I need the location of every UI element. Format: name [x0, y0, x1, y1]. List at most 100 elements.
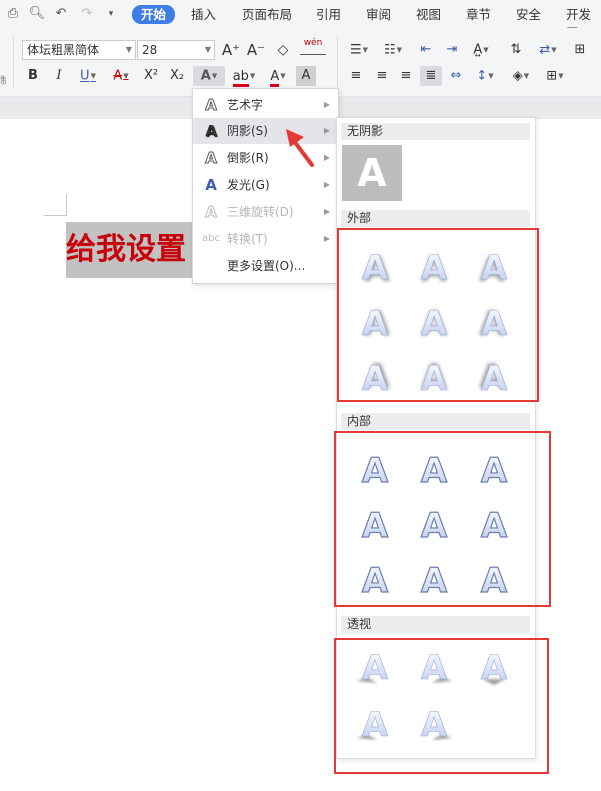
- char-scale-icon[interactable]: A͍▼: [468, 40, 494, 60]
- font-name-select[interactable]: 体坛粗黑简体 ▼: [22, 40, 136, 60]
- highlight-box-outer: [337, 228, 539, 402]
- print-icon[interactable]: ⎙: [4, 5, 22, 23]
- ribbon: 制 体坛粗黑简体 ▼ 28 ▼ A⁺ A⁻ ◇ wén B I U▼ A▼ X²…: [0, 28, 601, 97]
- pinyin-guide-button[interactable]: wén: [300, 38, 326, 55]
- shading-icon[interactable]: ◈▼: [506, 66, 536, 86]
- borders-icon[interactable]: ⊞▼: [541, 66, 569, 86]
- menu-item-more-settings[interactable]: 更多设置(O)...: [193, 253, 338, 279]
- font-size-select[interactable]: 28 ▼: [137, 40, 215, 60]
- tab-view[interactable]: 视图: [416, 6, 441, 24]
- tab-page-layout[interactable]: 页面布局: [242, 6, 292, 24]
- menu-bar: ⎙ 🔍︎ ↶ ↷ ▾ 开始 插入 页面布局 引用 审阅 视图 章节 安全 开发工: [0, 0, 601, 40]
- distribute-icon[interactable]: ⇔: [446, 66, 466, 86]
- chevron-down-icon: ▼: [125, 45, 132, 54]
- highlight-box-perspective: [334, 638, 549, 774]
- subscript-button[interactable]: X₂: [166, 66, 188, 86]
- grow-font-button[interactable]: A⁺: [221, 40, 241, 60]
- font-color-button[interactable]: A▼: [264, 66, 292, 87]
- align-right-icon[interactable]: ≡: [396, 66, 416, 86]
- highlight-box-inner: [334, 431, 551, 607]
- bullets-icon[interactable]: ☰▼: [346, 40, 372, 60]
- section-header-outer: 外部: [341, 210, 530, 227]
- align-center-icon[interactable]: ≡: [372, 66, 392, 86]
- char-shading-button[interactable]: A: [296, 66, 316, 86]
- section-header-no-shadow: 无阴影: [341, 123, 530, 140]
- bold-button[interactable]: B: [24, 66, 42, 86]
- undo-icon[interactable]: ↶: [52, 5, 70, 23]
- strikethrough-label: A: [113, 68, 123, 84]
- ribbon-left-label: 制: [0, 76, 6, 87]
- menu-item-glow[interactable]: A 发光(G) ▶: [193, 172, 338, 198]
- underline-label: U: [80, 68, 90, 84]
- margin-corner-mark: [66, 194, 67, 216]
- art-text-icon: A: [205, 96, 218, 115]
- menu-item-art-text[interactable]: A 艺术字 ▶: [193, 92, 338, 118]
- text-effect-menu: A 艺术字 ▶ A 阴影(S) ▶ A 倒影(R) ▶ A 发光(G) ▶ A …: [192, 88, 339, 284]
- tab-references[interactable]: 引用: [316, 6, 341, 24]
- align-left-icon[interactable]: ≡: [346, 66, 366, 86]
- more-dropdown-icon[interactable]: ▾: [102, 5, 120, 23]
- menu-item-label: 倒影(R): [227, 151, 269, 165]
- print-preview-icon[interactable]: 🔍︎: [28, 5, 46, 23]
- shadow-icon: A: [205, 122, 217, 140]
- font-name-value: 体坛粗黑简体: [27, 43, 100, 57]
- font-size-value: 28: [142, 43, 158, 57]
- chevron-down-icon: ▼: [249, 72, 256, 80]
- menu-item-label: 三维旋转(D): [227, 205, 294, 219]
- margin-corner-mark: [44, 215, 66, 216]
- redo-icon[interactable]: ↷: [78, 5, 96, 23]
- tab-home[interactable]: 开始: [132, 5, 176, 24]
- swatch-letter: A: [357, 151, 387, 195]
- chevron-down-icon: ▼: [211, 72, 218, 80]
- menu-item-label: 发光(G): [227, 178, 270, 192]
- italic-button[interactable]: I: [50, 66, 68, 86]
- no-shadow-option[interactable]: A: [342, 145, 402, 201]
- text-effect-button[interactable]: A▼: [193, 66, 225, 86]
- highlight-button[interactable]: ab▼: [229, 66, 259, 87]
- tab-insert[interactable]: 插入: [191, 6, 216, 24]
- chevron-down-icon: ▼: [280, 72, 286, 80]
- table-icon[interactable]: ⊞: [570, 40, 590, 60]
- decrease-indent-icon[interactable]: ⇤: [416, 40, 436, 60]
- tab-security[interactable]: 安全: [516, 6, 541, 24]
- menu-item-3d-rotate[interactable]: A 三维旋转(D) ▶: [193, 199, 338, 225]
- section-header-inner: 内部: [341, 413, 530, 430]
- annotation-arrow: [286, 129, 314, 167]
- chevron-right-icon: ▶: [323, 207, 330, 216]
- line-spacing-icon[interactable]: ↕▼: [472, 66, 498, 86]
- separator: [337, 36, 338, 88]
- highlight-label: ab: [232, 68, 249, 87]
- glow-icon: A: [205, 176, 217, 194]
- numbering-icon[interactable]: ☷▼: [380, 40, 406, 60]
- chevron-down-icon: ▼: [123, 72, 129, 80]
- chevron-right-icon: ▶: [323, 100, 330, 109]
- font-color-label: A: [270, 68, 280, 87]
- reflection-icon: A: [205, 149, 218, 168]
- superscript-button[interactable]: X²: [140, 66, 162, 86]
- transform-icon: abc: [202, 233, 220, 244]
- section-header-perspective: 透视: [341, 616, 530, 633]
- strikethrough-button[interactable]: A▼: [106, 66, 136, 86]
- shrink-font-button[interactable]: A⁻: [246, 40, 266, 60]
- text-effect-label: A: [200, 68, 211, 84]
- underline-button[interactable]: U▼: [74, 66, 102, 86]
- chevron-right-icon: ▶: [323, 234, 330, 243]
- menu-item-label: 阴影(S): [227, 124, 268, 138]
- chevron-down-icon: ▼: [204, 45, 211, 54]
- justify-icon[interactable]: ≣: [420, 66, 442, 86]
- menu-item-label: 转换(T): [227, 232, 268, 246]
- tab-sections[interactable]: 章节: [466, 6, 491, 24]
- sort-icon[interactable]: ⇅: [506, 40, 526, 60]
- increase-indent-icon[interactable]: ⇥: [442, 40, 462, 60]
- menu-item-transform[interactable]: abc 转换(T) ▶: [193, 226, 338, 252]
- menu-item-label: 更多设置(O)...: [227, 259, 306, 273]
- menu-item-label: 艺术字: [227, 98, 264, 112]
- separator: [13, 36, 14, 88]
- tab-review[interactable]: 审阅: [366, 6, 391, 24]
- selected-document-text[interactable]: 给我设置: [66, 222, 196, 278]
- clear-format-button[interactable]: ◇: [273, 40, 293, 60]
- show-hide-icon[interactable]: ⇄▼: [534, 40, 562, 60]
- chevron-right-icon: ▶: [323, 180, 330, 189]
- chevron-down-icon: ▼: [90, 72, 96, 80]
- tab-developer[interactable]: 开发工: [566, 6, 601, 40]
